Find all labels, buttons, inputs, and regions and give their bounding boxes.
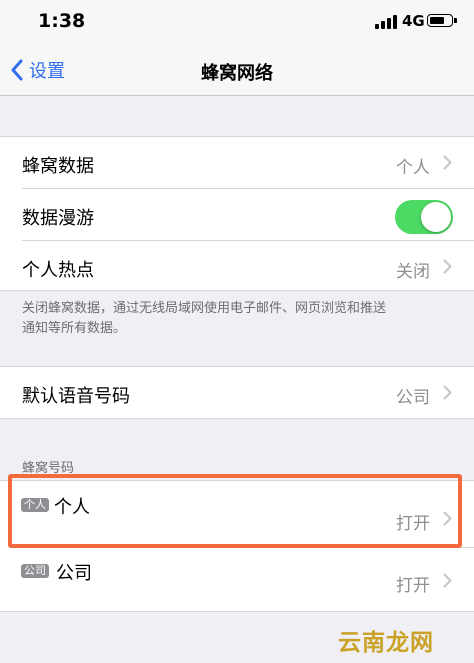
row-cellular-data[interactable]: 蜂窝数据 个人	[0, 137, 474, 190]
cellular-settings-group: 蜂窝数据 个人 数据漫游 个人热点 关闭	[0, 136, 474, 291]
battery-icon	[427, 14, 457, 27]
watermark-logo: 云南龙网	[338, 630, 434, 656]
roaming-toggle[interactable]	[395, 200, 453, 234]
chevron-right-icon	[443, 155, 452, 170]
cellular-lines-group: 个人 个人 打开 公司 公司 打开	[0, 480, 474, 612]
row-value: 个人	[396, 158, 430, 178]
row-personal-hotspot[interactable]: 个人热点 关闭	[0, 241, 474, 294]
chevron-right-icon	[443, 573, 452, 588]
line-label: 公司	[56, 563, 92, 584]
chevron-right-icon	[443, 385, 452, 400]
line-status: 打开	[396, 514, 430, 534]
footer-line: 通知等所有数据。	[22, 321, 127, 336]
voice-number-group: 默认语音号码 公司	[0, 366, 474, 419]
row-value: 公司	[396, 388, 430, 408]
chevron-right-icon	[443, 511, 452, 526]
row-label: 个人热点	[22, 260, 94, 281]
footer-line: 关闭蜂窝数据，通过无线局域网使用电子邮件、网页浏览和推送	[22, 301, 387, 316]
row-label: 默认语音号码	[22, 386, 130, 407]
line-row-company[interactable]: 公司 公司 打开	[0, 548, 474, 612]
status-time: 1:38	[38, 10, 86, 32]
section-header: 蜂窝号码	[22, 461, 75, 476]
line-badge: 个人	[21, 498, 49, 512]
row-label: 数据漫游	[22, 208, 94, 229]
signal-icon	[375, 15, 399, 29]
network-type: 4G	[402, 12, 425, 30]
line-status: 打开	[396, 576, 430, 596]
line-badge: 公司	[21, 564, 49, 578]
page-title: 蜂窝网络	[201, 63, 273, 84]
row-data-roaming: 数据漫游	[0, 189, 474, 242]
chevron-right-icon	[443, 259, 452, 274]
row-label: 蜂窝数据	[22, 156, 94, 177]
line-label: 个人	[54, 497, 90, 518]
toggle-knob	[421, 202, 451, 232]
line-row-personal[interactable]: 个人 个人 打开	[0, 481, 474, 547]
row-default-voice-line[interactable]: 默认语音号码 公司	[0, 367, 474, 420]
row-value: 关闭	[396, 262, 430, 282]
cellular-footer-note: 关闭蜂窝数据，通过无线局域网使用电子邮件、网页浏览和推送 通知等所有数据。	[22, 299, 462, 339]
